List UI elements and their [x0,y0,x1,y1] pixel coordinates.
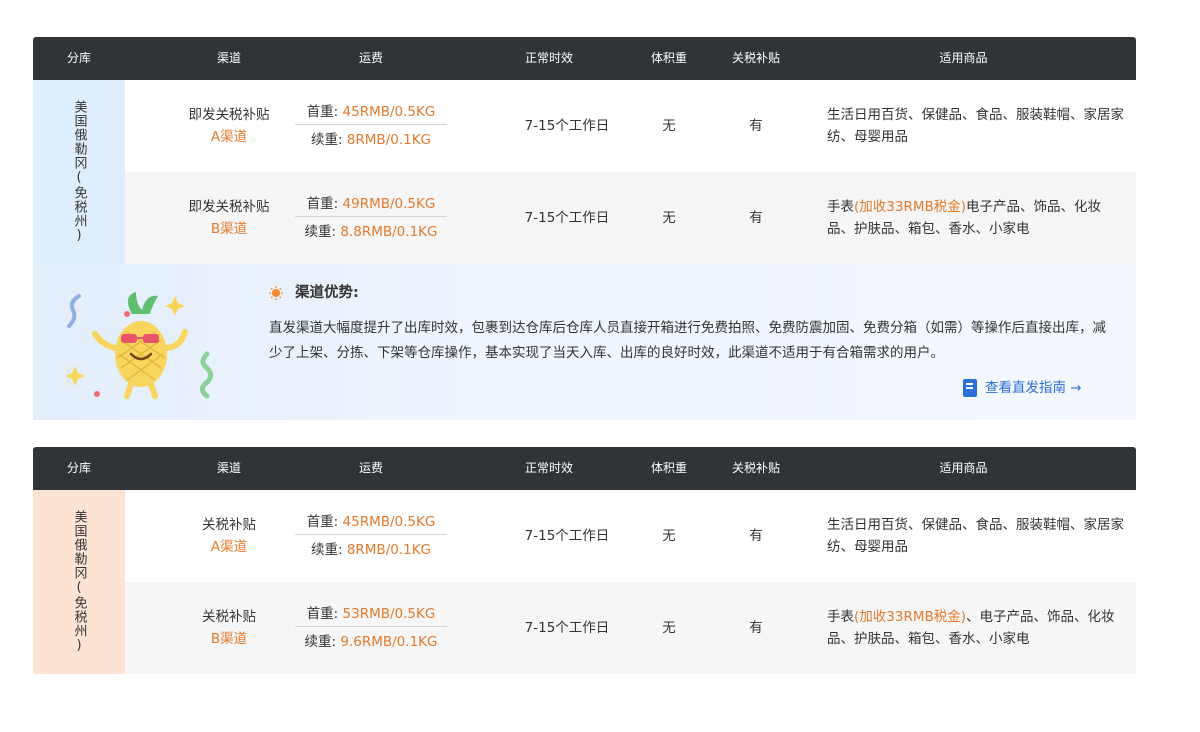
tax-subsidy: 有 [749,118,763,134]
fee-cell: 首重: 45RMB/0.5KG 续重: 8RMB/0.1KG [295,80,447,172]
delivery-time: 7-15个工作日 [524,210,610,226]
fee-cell: 首重: 45RMB/0.5KG 续重: 8RMB/0.1KG [295,490,447,582]
volume-weight: 无 [662,620,676,636]
warehouse-name: 美国俄勒冈(免税州) [71,100,87,244]
delivery-time: 7-15个工作日 [524,528,610,544]
first-weight-label: 首重: [306,196,339,212]
first-weight-price: 45RMB/0.5KG [342,104,436,120]
delivery-time: 7-15个工作日 [524,118,610,134]
volume-weight: 无 [662,118,676,134]
goods-text: 生活日用百货、保健品、食品、服装鞋帽、家居家纺、母婴用品 [827,517,1124,555]
first-weight-price: 45RMB/0.5KG [342,514,436,530]
channel-tag: B渠道 [210,631,248,647]
shipping-table-1: 分库 渠道 运费 正常时效 体积重 关税补贴 适用商品 美国俄勒冈(免税州) 即… [33,37,1136,420]
goods-cell: 手表(加收33RMB税金)、电子产品、饰品、化妆品、护肤品、箱包、香水、小家电 [827,582,1127,674]
col-tax-subsidy: 关税补贴 [731,51,780,65]
first-weight-label: 首重: [306,514,339,530]
tax-subsidy: 有 [749,620,763,636]
channel-name: 关税补贴 [202,609,256,625]
col-warehouse: 分库 [66,51,91,65]
channel-tag: A渠道 [210,539,248,555]
first-weight-label: 首重: [306,606,339,622]
col-warehouse: 分库 [66,461,91,475]
channel-name: 即发关税补贴 [188,199,270,215]
advantage-title: 渠道优势: [295,285,359,301]
cont-weight-price: 8RMB/0.1KG [346,542,432,558]
col-volume: 体积重 [650,51,687,65]
guide-book-icon [963,379,977,397]
goods-cell: 生活日用百货、保健品、食品、服装鞋帽、家居家纺、母婴用品 [827,490,1127,582]
pineapple-mascot-icon [65,292,213,399]
sun-icon [269,286,283,300]
view-direct-guide-link[interactable]: 查看直发指南 → [963,376,1082,400]
warehouse-cell: 美国俄勒冈(免税州) [33,80,125,264]
col-fee: 运费 [358,461,383,475]
tax-subsidy: 有 [749,210,763,226]
channel-name: 即发关税补贴 [188,107,270,123]
first-weight-label: 首重: [306,104,339,120]
guide-link-label: 查看直发指南 → [985,380,1082,396]
goods-highlight: (加收33RMB税金) [854,609,967,625]
volume-weight: 无 [662,528,676,544]
col-goods: 适用商品 [939,51,988,65]
channel-tag: B渠道 [210,221,248,237]
first-weight-price: 49RMB/0.5KG [342,196,436,212]
table-row: 即发关税补贴 A渠道 首重: 45RMB/0.5KG 续重: 8RMB/0.1K… [125,80,1136,172]
table-header: 分库 渠道 运费 正常时效 体积重 关税补贴 适用商品 [33,447,1136,490]
cont-weight-price: 8RMB/0.1KG [346,132,432,148]
col-tax-subsidy: 关税补贴 [731,461,780,475]
cont-weight-price: 9.6RMB/0.1KG [340,634,438,650]
warehouse-name: 美国俄勒冈(免税州) [71,510,87,654]
cont-weight-label: 续重: [310,132,343,148]
fee-cell: 首重: 53RMB/0.5KG 续重: 9.6RMB/0.1KG [295,582,447,674]
table-header: 分库 渠道 运费 正常时效 体积重 关税补贴 适用商品 [33,37,1136,80]
volume-weight: 无 [662,210,676,226]
channel-name: 关税补贴 [202,517,256,533]
fee-cell: 首重: 49RMB/0.5KG 续重: 8.8RMB/0.1KG [295,172,447,264]
col-time: 正常时效 [524,461,573,475]
goods-highlight: (加收33RMB税金) [854,199,967,215]
table-row: 关税补贴 A渠道 首重: 45RMB/0.5KG 续重: 8RMB/0.1KG … [125,490,1136,582]
goods-text: 生活日用百货、保健品、食品、服装鞋帽、家居家纺、母婴用品 [827,107,1124,145]
col-goods: 适用商品 [939,461,988,475]
goods-prefix: 手表 [827,609,854,625]
cont-weight-price: 8.8RMB/0.1KG [340,224,438,240]
col-time: 正常时效 [524,51,573,65]
col-fee: 运费 [358,51,383,65]
first-weight-price: 53RMB/0.5KG [342,606,436,622]
tax-subsidy: 有 [749,528,763,544]
channel-advantage-panel: 渠道优势: 直发渠道大幅度提升了出库时效，包裹到达仓库后仓库人员直接开箱进行免费… [33,264,1136,420]
cont-weight-label: 续重: [304,634,337,650]
cont-weight-label: 续重: [310,542,343,558]
channel-tag: A渠道 [210,129,248,145]
cont-weight-label: 续重: [304,224,337,240]
shipping-table-2: 分库 渠道 运费 正常时效 体积重 关税补贴 适用商品 美国俄勒冈(免税州) 关… [33,447,1136,674]
goods-cell: 生活日用百货、保健品、食品、服装鞋帽、家居家纺、母婴用品 [827,80,1127,172]
goods-prefix: 手表 [827,199,854,215]
warehouse-cell: 美国俄勒冈(免税州) [33,490,125,674]
col-volume: 体积重 [650,461,687,475]
delivery-time: 7-15个工作日 [524,620,610,636]
goods-cell: 手表(加收33RMB税金)电子产品、饰品、化妆品、护肤品、箱包、香水、小家电 [827,172,1127,264]
advantage-description: 直发渠道大幅度提升了出库时效，包裹到达仓库后仓库人员直接开箱进行免费拍照、免费防… [269,320,1106,361]
table-row: 关税补贴 B渠道 首重: 53RMB/0.5KG 续重: 9.6RMB/0.1K… [125,582,1136,674]
table-row: 即发关税补贴 B渠道 首重: 49RMB/0.5KG 续重: 8.8RMB/0.… [125,172,1136,264]
